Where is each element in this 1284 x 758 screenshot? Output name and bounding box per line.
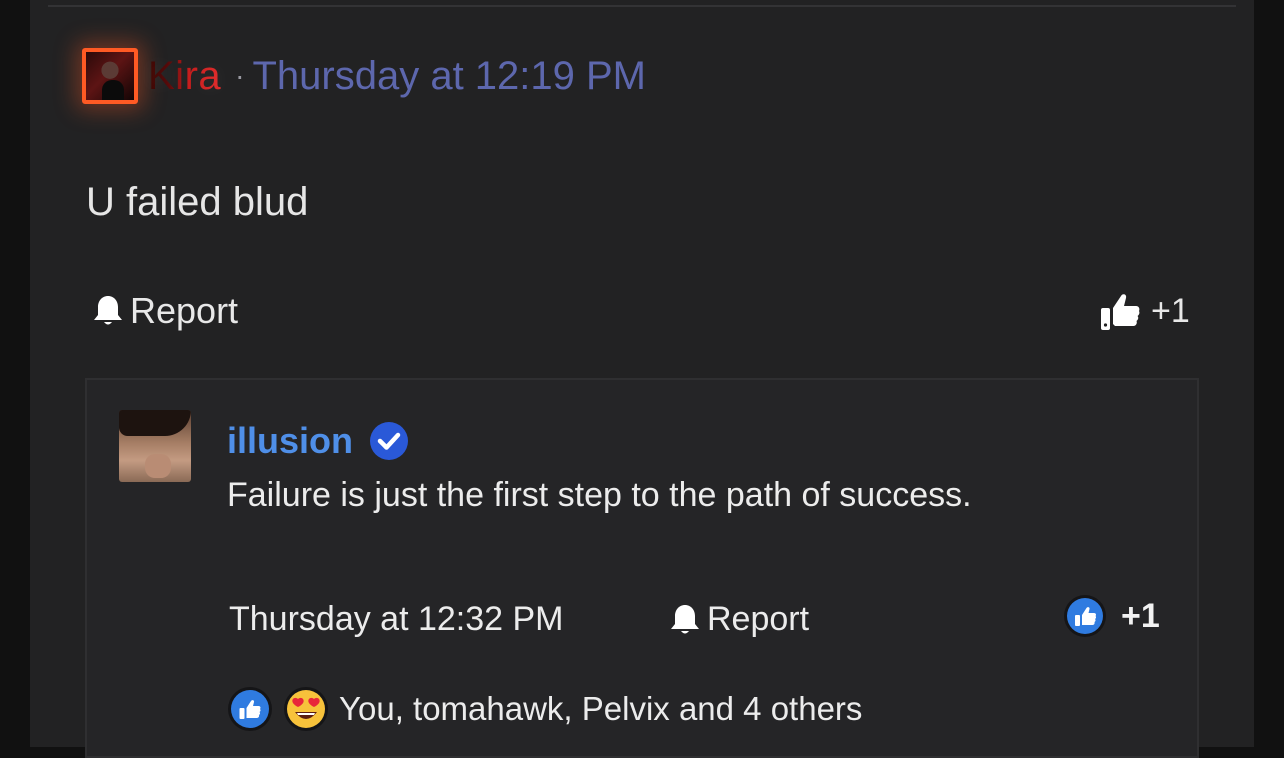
post-timestamp[interactable]: Thursday at 12:19 PM	[252, 54, 646, 99]
report-label: Report	[707, 600, 810, 638]
reply-like-count: +1	[1121, 596, 1160, 635]
post-author-name[interactable]: Kira	[148, 54, 221, 99]
bell-icon	[94, 296, 122, 325]
separator-dot: ·	[235, 60, 245, 91]
post-body: U failed blud	[86, 180, 309, 224]
like-reaction-icon	[1064, 595, 1106, 637]
like-button[interactable]: +1	[1099, 290, 1190, 332]
heart-eyes-emoji-icon	[284, 687, 328, 731]
reply-author-name[interactable]: illusion	[227, 420, 353, 462]
avatar[interactable]	[82, 48, 138, 104]
like-reaction-icon	[228, 687, 272, 731]
reply-text: Failure is just the first step to the pa…	[227, 476, 972, 514]
like-count: +1	[1151, 291, 1190, 330]
divider	[48, 5, 1236, 7]
reactions-summary[interactable]: You, tomahawk, Pelvix and 4 others	[227, 686, 862, 732]
bell-icon	[671, 604, 699, 633]
avatar[interactable]	[119, 410, 191, 482]
reply-author: illusion	[227, 420, 409, 462]
thumbs-up-icon	[1101, 294, 1140, 330]
reply-timestamp[interactable]: Thursday at 12:32 PM	[229, 600, 564, 639]
reply-box: illusion Failure is just the first step …	[85, 378, 1199, 758]
report-button[interactable]: Report	[92, 290, 238, 332]
reactions-summary-text: You, tomahawk, Pelvix and 4 others	[339, 690, 863, 727]
thread-container: Kira · Thursday at 12:19 PM U failed blu…	[30, 0, 1254, 758]
reply-report-button[interactable]: Report	[669, 600, 809, 639]
verified-check-icon	[370, 422, 408, 460]
post-header: Kira · Thursday at 12:19 PM	[82, 40, 646, 112]
report-label: Report	[130, 290, 239, 331]
reply-like-button[interactable]: +1	[1063, 594, 1160, 638]
